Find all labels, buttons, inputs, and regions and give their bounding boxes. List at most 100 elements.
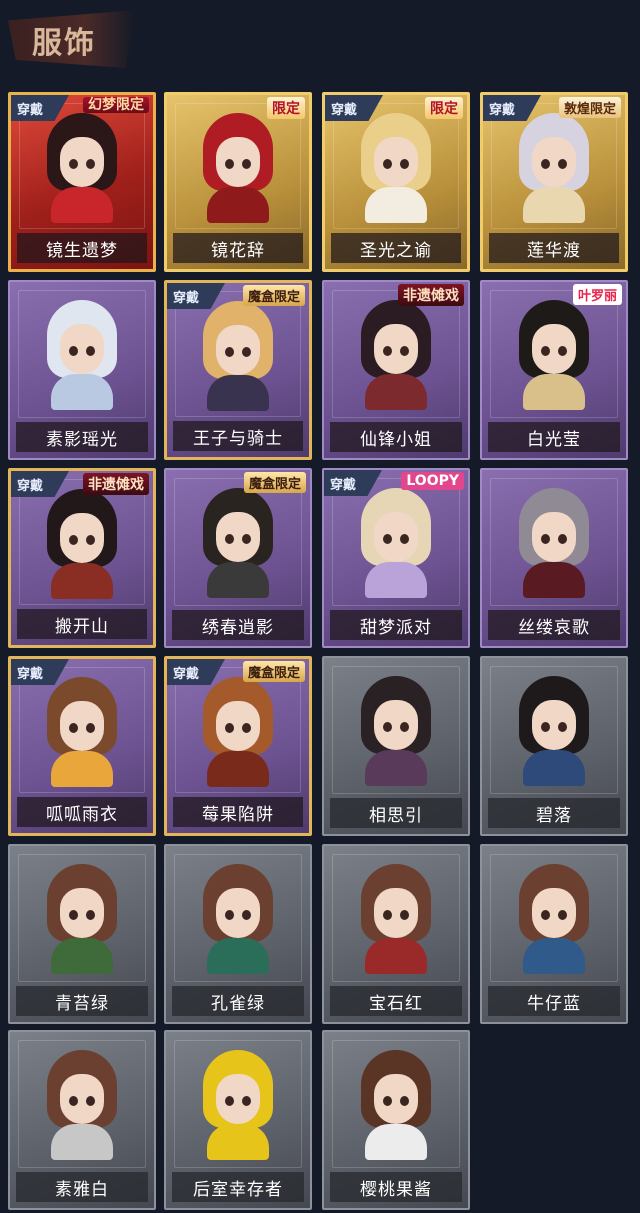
- limited-badge: 非遗傩戏: [83, 473, 149, 495]
- portrait-eye: [541, 534, 550, 544]
- portrait-outfit: [51, 938, 113, 974]
- portrait-eye: [69, 1096, 78, 1106]
- costume-name: 相思引: [330, 798, 462, 828]
- costume-card[interactable]: 碧落: [480, 656, 628, 836]
- portrait-eye: [242, 723, 251, 733]
- character-portrait: [195, 1050, 281, 1160]
- portrait-eye: [86, 1096, 95, 1106]
- portrait-eye: [69, 159, 78, 169]
- costume-name: 莲华渡: [489, 233, 619, 263]
- portrait-eye: [400, 159, 409, 169]
- portrait-eye: [86, 535, 95, 545]
- portrait-face: [216, 137, 260, 187]
- portrait-eye: [69, 910, 78, 920]
- costume-card[interactable]: 宝石红: [322, 844, 470, 1024]
- portrait-face: [60, 701, 104, 751]
- character-portrait: [39, 864, 125, 974]
- costume-name: 孔雀绿: [172, 986, 304, 1016]
- costume-card[interactable]: 穿戴 呱呱雨衣: [8, 656, 156, 836]
- portrait-face: [532, 512, 576, 562]
- portrait-outfit: [523, 562, 585, 598]
- character-portrait: [195, 113, 281, 223]
- limited-badge: 敦煌限定: [558, 97, 621, 118]
- costume-card[interactable]: 穿戴 魔盒限定 王子与骑士: [164, 280, 312, 460]
- portrait-face: [532, 888, 576, 938]
- costume-card[interactable]: 素影瑶光: [8, 280, 156, 460]
- portrait-face: [374, 1074, 418, 1124]
- character-portrait: [511, 300, 597, 410]
- costume-name: 牛仔蓝: [488, 986, 620, 1016]
- costume-card[interactable]: 樱桃果酱: [322, 1030, 470, 1210]
- portrait-outfit: [207, 187, 269, 223]
- costume-card[interactable]: 青苔绿: [8, 844, 156, 1024]
- character-portrait: [39, 300, 125, 410]
- costume-card[interactable]: 穿戴 幻梦限定 镜生遗梦: [8, 92, 156, 272]
- costume-name: 甜梦派对: [330, 610, 462, 640]
- portrait-eye: [225, 723, 234, 733]
- costume-name: 仙锋小姐: [330, 422, 462, 452]
- portrait-eye: [400, 910, 409, 920]
- costume-card[interactable]: 素雅白: [8, 1030, 156, 1210]
- costume-card[interactable]: 非遗傩戏仙锋小姐: [322, 280, 470, 460]
- portrait-face: [216, 1074, 260, 1124]
- portrait-outfit: [365, 562, 427, 598]
- portrait-outfit: [207, 1124, 269, 1160]
- character-portrait: [353, 1050, 439, 1160]
- portrait-eye: [86, 346, 95, 356]
- portrait-eye: [225, 1096, 234, 1106]
- portrait-face: [374, 512, 418, 562]
- character-portrait: [195, 677, 281, 787]
- costume-card[interactable]: 穿戴 限定 圣光之谕: [322, 92, 470, 272]
- costume-name: 青苔绿: [16, 986, 148, 1016]
- portrait-face: [216, 888, 260, 938]
- portrait-outfit: [523, 187, 585, 223]
- costume-name: 绣春逍影: [172, 610, 304, 640]
- portrait-eye: [558, 159, 567, 169]
- character-portrait: [511, 676, 597, 786]
- costume-card[interactable]: 孔雀绿: [164, 844, 312, 1024]
- portrait-eye: [541, 722, 550, 732]
- portrait-eye: [69, 346, 78, 356]
- costume-card[interactable]: 魔盒限定 绣春逍影: [164, 468, 312, 648]
- costume-name: 后室幸存者: [172, 1172, 304, 1202]
- portrait-eye: [69, 535, 78, 545]
- costume-card[interactable]: 相思引: [322, 656, 470, 836]
- portrait-eye: [541, 159, 550, 169]
- portrait-eye: [541, 910, 550, 920]
- costume-name: 白光莹: [488, 422, 620, 452]
- portrait-face: [216, 512, 260, 562]
- costume-card[interactable]: 穿戴 非遗傩戏 搬开山: [8, 468, 156, 648]
- portrait-face: [216, 325, 260, 375]
- portrait-face: [60, 137, 104, 187]
- limited-badge: 叶罗丽: [572, 284, 622, 305]
- limited-badge: 非遗傩戏: [398, 284, 464, 306]
- character-portrait: [353, 300, 439, 410]
- costume-name: 宝石红: [330, 986, 462, 1016]
- portrait-face: [60, 324, 104, 374]
- portrait-eye: [558, 722, 567, 732]
- portrait-eye: [541, 346, 550, 356]
- costume-card[interactable]: 穿戴 魔盒限定 莓果陷阱: [164, 656, 312, 836]
- limited-badge: 魔盒限定: [242, 285, 305, 306]
- costume-card[interactable]: 叶罗丽白光莹: [480, 280, 628, 460]
- portrait-eye: [400, 346, 409, 356]
- portrait-eye: [383, 1096, 392, 1106]
- portrait-eye: [69, 723, 78, 733]
- costume-card[interactable]: 后室幸存者: [164, 1030, 312, 1210]
- portrait-outfit: [207, 375, 269, 411]
- costume-card[interactable]: 穿戴 LOOPY 甜梦派对: [322, 468, 470, 648]
- costume-card[interactable]: 丝缕哀歌: [480, 468, 628, 648]
- portrait-eye: [86, 723, 95, 733]
- portrait-eye: [558, 910, 567, 920]
- portrait-eye: [400, 722, 409, 732]
- portrait-face: [374, 888, 418, 938]
- portrait-face: [216, 701, 260, 751]
- costume-card[interactable]: 限定 镜花辞: [164, 92, 312, 272]
- costume-name: 莓果陷阱: [173, 797, 303, 827]
- costume-card[interactable]: 穿戴 敦煌限定 莲华渡: [480, 92, 628, 272]
- character-portrait: [195, 864, 281, 974]
- portrait-eye: [558, 534, 567, 544]
- portrait-eye: [383, 159, 392, 169]
- costume-card[interactable]: 牛仔蓝: [480, 844, 628, 1024]
- portrait-eye: [383, 910, 392, 920]
